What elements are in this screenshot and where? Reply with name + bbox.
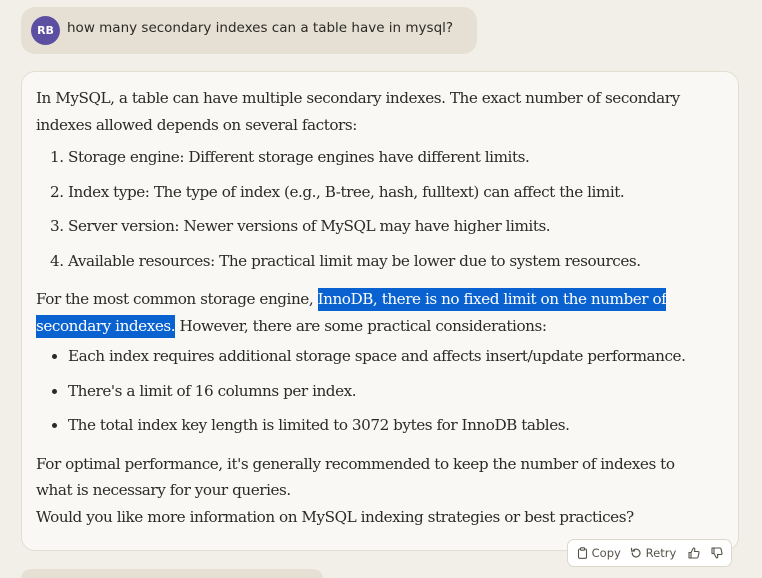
bullet-icon (52, 423, 57, 428)
user-avatar[interactable]: RB (31, 16, 60, 45)
response-intro: In MySQL, a table can have multiple seco… (36, 89, 680, 134)
bullet-icon (52, 388, 57, 394)
list-item-text: Server version: Newer versions of MySQL … (68, 217, 551, 235)
list-item: 3. Server version: Newer versions of MyS… (36, 213, 726, 248)
retry-icon (630, 547, 641, 558)
list-item-text: Storage engine: Different storage engine… (68, 148, 530, 166)
thumbs-down-icon (711, 547, 723, 559)
innodb-prefix: For the most common storage engine, (36, 290, 318, 308)
list-number: 2. (50, 182, 64, 201)
optimal-paragraph: For optimal performance, it's generally … (36, 454, 675, 500)
list-item: The total index key length is limited to… (36, 412, 726, 447)
thumbs-up-button[interactable] (688, 540, 700, 566)
list-number: 3. (50, 217, 64, 235)
list-item: 4. Available resources: The practical li… (36, 248, 726, 283)
list-item-text: There's a limit of 16 columns per index. (68, 381, 357, 400)
copy-label: Copy (591, 546, 621, 560)
list-item: 2. Index type: The type of index (e.g., … (36, 179, 726, 214)
innodb-paragraph: For the most common storage engine, Inno… (36, 286, 676, 339)
user-message-text: how many secondary indexes can a table h… (67, 20, 454, 36)
thumbs-down-button[interactable] (711, 540, 723, 566)
factors-list: 1. Storage engine: Different storage eng… (36, 144, 726, 282)
followup-question: Would you like more information on MySQL… (36, 507, 634, 526)
message-action-bar: Copy Retry (567, 539, 732, 567)
retry-button[interactable]: Retry (630, 540, 676, 566)
thumbs-up-icon (688, 547, 700, 559)
list-number: 1. (50, 148, 64, 166)
assistant-response-card: In MySQL, a table can have multiple seco… (21, 71, 739, 551)
considerations-list: Each index requires additional storage s… (36, 343, 726, 447)
copy-button[interactable]: Copy (577, 540, 621, 566)
bullet-icon (52, 354, 57, 359)
user-message-bubble: RB how many secondary indexes can a tabl… (21, 7, 477, 54)
innodb-suffix: However, there are some practical consid… (175, 316, 547, 335)
list-item: 1. Storage engine: Different storage eng… (36, 144, 726, 179)
response-body: In MySQL, a table can have multiple seco… (36, 85, 726, 530)
list-item-text: Each index requires additional storage s… (68, 347, 686, 365)
list-item-text: Index type: The type of index (e.g., B-t… (68, 182, 625, 201)
list-item: There's a limit of 16 columns per index. (36, 378, 726, 413)
next-message-bubble (21, 569, 323, 578)
clipboard-icon (577, 547, 588, 559)
list-item-text: Available resources: The practical limit… (68, 251, 641, 270)
list-item: Each index requires additional storage s… (36, 343, 726, 378)
list-number: 4. (50, 251, 64, 270)
retry-label: Retry (645, 546, 677, 560)
list-item-text: The total index key length is limited to… (68, 416, 570, 434)
